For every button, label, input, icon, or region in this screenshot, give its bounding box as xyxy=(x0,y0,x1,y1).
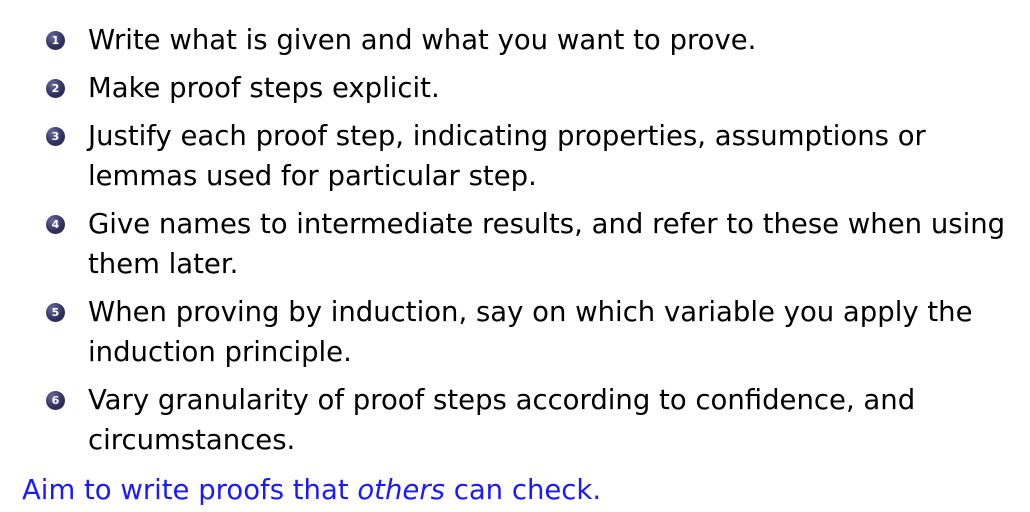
list-item-text: Write what is given and what you want to… xyxy=(88,24,757,56)
list-item-text: Justify each proof step, indicating prop… xyxy=(88,120,926,192)
list-item-text: Make proof steps explicit. xyxy=(88,72,440,104)
list-item: 5 When proving by induction, say on whic… xyxy=(40,292,1015,372)
number-badge: 6 xyxy=(46,391,65,410)
conclusion-statement: Aim to write proofs that others can chec… xyxy=(22,470,601,510)
list-item: 2 Make proof steps explicit. xyxy=(40,68,1015,108)
number-badge: 3 xyxy=(46,127,65,146)
slide: 1 Write what is given and what you want … xyxy=(0,0,1030,512)
list-item: 6 Vary granularity of proof steps accord… xyxy=(40,380,1015,460)
list-item-text: Give names to intermediate results, and … xyxy=(88,208,1006,280)
number-badge: 4 xyxy=(46,215,65,234)
list-item-text: Vary granularity of proof steps accordin… xyxy=(88,384,916,456)
number-badge: 2 xyxy=(46,79,65,98)
proof-guidelines-list: 1 Write what is given and what you want … xyxy=(40,20,1015,468)
list-item: 4 Give names to intermediate results, an… xyxy=(40,204,1015,284)
conclusion-text-before: Aim to write proofs that xyxy=(22,474,358,506)
list-item: 3 Justify each proof step, indicating pr… xyxy=(40,116,1015,196)
conclusion-emphasis: others xyxy=(357,474,445,506)
list-item-text: When proving by induction, say on which … xyxy=(88,296,973,368)
conclusion-text-after: can check. xyxy=(444,474,602,506)
number-badge: 5 xyxy=(46,303,65,322)
number-badge: 1 xyxy=(46,31,65,50)
list-item: 1 Write what is given and what you want … xyxy=(40,20,1015,60)
